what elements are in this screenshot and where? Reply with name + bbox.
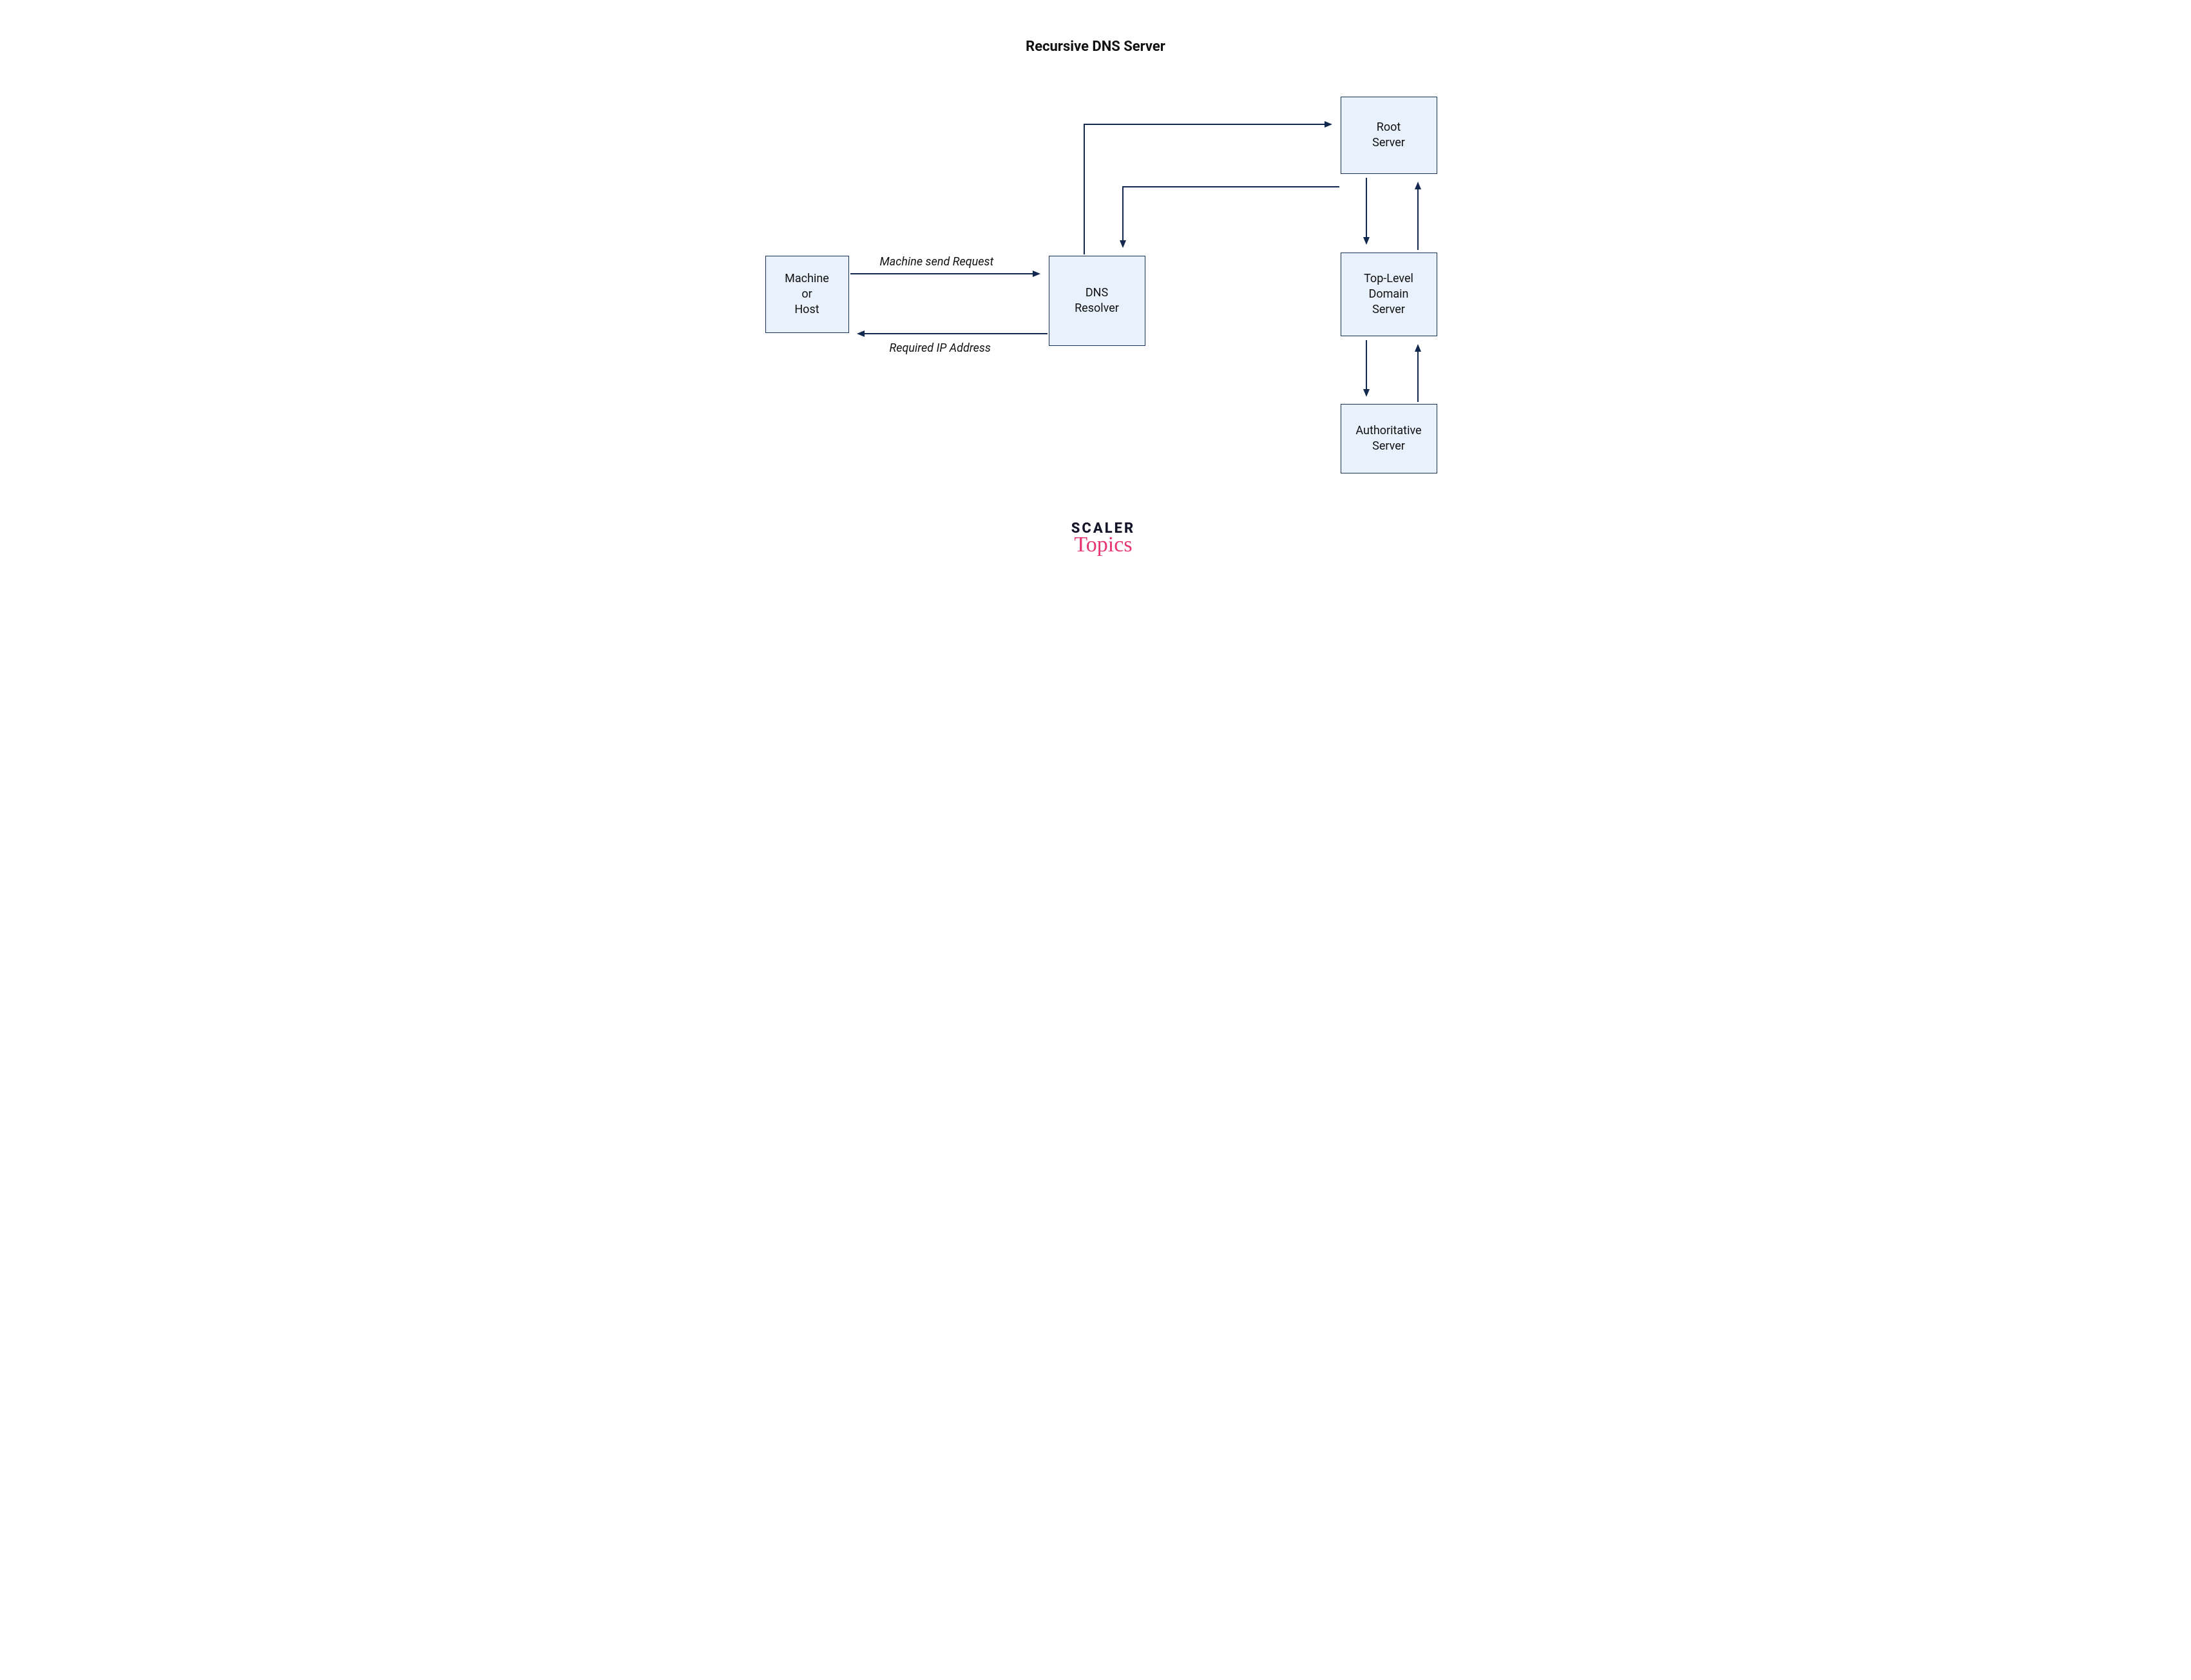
node-tld-server: Top-Level Domain Server — [1341, 253, 1437, 336]
node-tld-server-label: Top-Level Domain Server — [1364, 271, 1413, 318]
node-machine-host: Machine or Host — [765, 256, 849, 333]
node-dns-resolver-label: DNS Resolver — [1075, 285, 1119, 317]
edge-label-request: Machine send Request — [880, 255, 994, 269]
diagram-canvas: Recursive DNS Server Machine or Host DNS… — [698, 0, 1494, 611]
brand-logo: SCALER Topics — [1058, 520, 1149, 557]
node-authoritative-server-label: Authoritative Server — [1355, 423, 1421, 455]
arrow-root-to-resolver — [1123, 187, 1339, 247]
node-root-server-label: Root Server — [1372, 120, 1405, 151]
arrow-resolver-to-root — [1084, 124, 1331, 254]
diagram-title: Recursive DNS Server — [698, 39, 1494, 55]
node-root-server: Root Server — [1341, 97, 1437, 174]
node-machine-host-label: Machine or Host — [785, 271, 829, 318]
node-authoritative-server: Authoritative Server — [1341, 404, 1437, 473]
edge-label-response: Required IP Address — [890, 341, 991, 355]
node-dns-resolver: DNS Resolver — [1049, 256, 1145, 346]
